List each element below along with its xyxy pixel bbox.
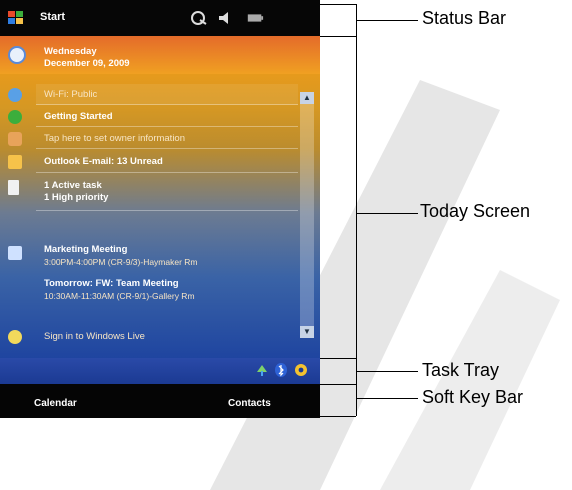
- clock-icon: [8, 46, 26, 64]
- today-item-tasks[interactable]: 1 Active task 1 High priority: [0, 180, 300, 210]
- windows-live-icon: [8, 330, 22, 344]
- task-icon: [8, 180, 19, 195]
- owner-icon: [8, 132, 22, 146]
- soft-key-bar: Calendar Contacts: [0, 384, 320, 418]
- date-full: December 09, 2009: [44, 58, 130, 69]
- active-task-label: 1 Active task: [44, 180, 102, 191]
- status-bar-bracket-top: [320, 4, 356, 5]
- wifi-status: Wi-Fi: Public: [44, 89, 98, 100]
- status-bar-callout-label: Status Bar: [422, 8, 507, 28]
- owner-info-label: Tap here to set owner information: [44, 133, 185, 144]
- start-menu-label[interactable]: Start: [40, 11, 65, 23]
- getting-started-icon: [8, 110, 22, 124]
- tomorrow-appointment-title: Tomorrow: FW: Team Meeting: [44, 278, 179, 289]
- today-item-owner[interactable]: Tap here to set owner information: [0, 130, 300, 148]
- task-tray-callout-label: Task Tray: [422, 360, 500, 380]
- soft-key-bar-bracket-side: [356, 384, 357, 416]
- volume-icon[interactable]: [216, 10, 234, 26]
- today-item-getting-started[interactable]: Getting Started: [0, 108, 300, 126]
- appointment-title: Marketing Meeting: [44, 244, 128, 255]
- bluetooth-icon[interactable]: [274, 362, 288, 378]
- windows-flag-icon[interactable]: [8, 11, 24, 25]
- today-item-date[interactable]: Wednesday December 09, 2009: [0, 42, 300, 76]
- soft-key-bar-bracket-bottom: [320, 416, 356, 417]
- calendar-icon: [8, 246, 22, 260]
- status-bar: Start: [0, 0, 320, 36]
- today-item-wifi[interactable]: Wi-Fi: Public: [0, 86, 300, 104]
- today-item-calendar[interactable]: Marketing Meeting 3:00PM-4:00PM (CR-9/3)…: [0, 244, 300, 324]
- windows-live-label: Sign in to Windows Live: [44, 331, 145, 342]
- settings-gear-icon[interactable]: [293, 362, 309, 378]
- scroll-up-arrow-icon[interactable]: ▲: [300, 92, 314, 104]
- status-bar-leader-line: [356, 20, 418, 21]
- today-screen: Wednesday December 09, 2009 Wi-Fi: Publi…: [0, 36, 320, 358]
- soft-key-bar-callout-label: Soft Key Bar: [422, 387, 524, 407]
- connectivity-icon[interactable]: [190, 10, 208, 26]
- sync-icon[interactable]: [254, 362, 270, 378]
- device-screen: Start Wednesday December 09, 2009 Wi-Fi:…: [0, 0, 320, 418]
- today-screen-bracket-bottom: [320, 358, 356, 359]
- email-icon: [8, 155, 22, 169]
- left-soft-key[interactable]: Calendar: [34, 398, 77, 409]
- battery-icon[interactable]: [246, 10, 264, 26]
- today-screen-leader-line: [356, 213, 418, 214]
- scroll-down-arrow-icon[interactable]: ▼: [300, 326, 314, 338]
- email-unread-label: Outlook E-mail: 13 Unread: [44, 156, 163, 167]
- task-tray-bracket-bottom: [320, 384, 356, 385]
- task-tray-leader-line: [356, 371, 418, 372]
- right-soft-key[interactable]: Contacts: [228, 398, 271, 409]
- today-item-email[interactable]: Outlook E-mail: 13 Unread: [0, 153, 300, 171]
- task-tray: [0, 358, 320, 384]
- soft-key-bar-leader-line: [356, 398, 418, 399]
- appointment-detail: 3:00PM-4:00PM (CR-9/3)-Haymaker Rm: [44, 257, 198, 267]
- getting-started-label: Getting Started: [44, 111, 113, 122]
- scrollbar[interactable]: ▲ ▼: [300, 92, 314, 338]
- date-weekday: Wednesday: [44, 46, 97, 57]
- status-bar-bracket-bottom: [320, 36, 356, 37]
- today-screen-callout-label: Today Screen: [420, 201, 531, 221]
- tomorrow-appointment-detail: 10:30AM-11:30AM (CR-9/1)-Gallery Rm: [44, 291, 195, 301]
- today-screen-bracket-side: [356, 36, 357, 358]
- today-item-windows-live[interactable]: Sign in to Windows Live: [0, 328, 300, 346]
- wifi-icon: [8, 88, 22, 102]
- high-priority-label: 1 High priority: [44, 192, 109, 203]
